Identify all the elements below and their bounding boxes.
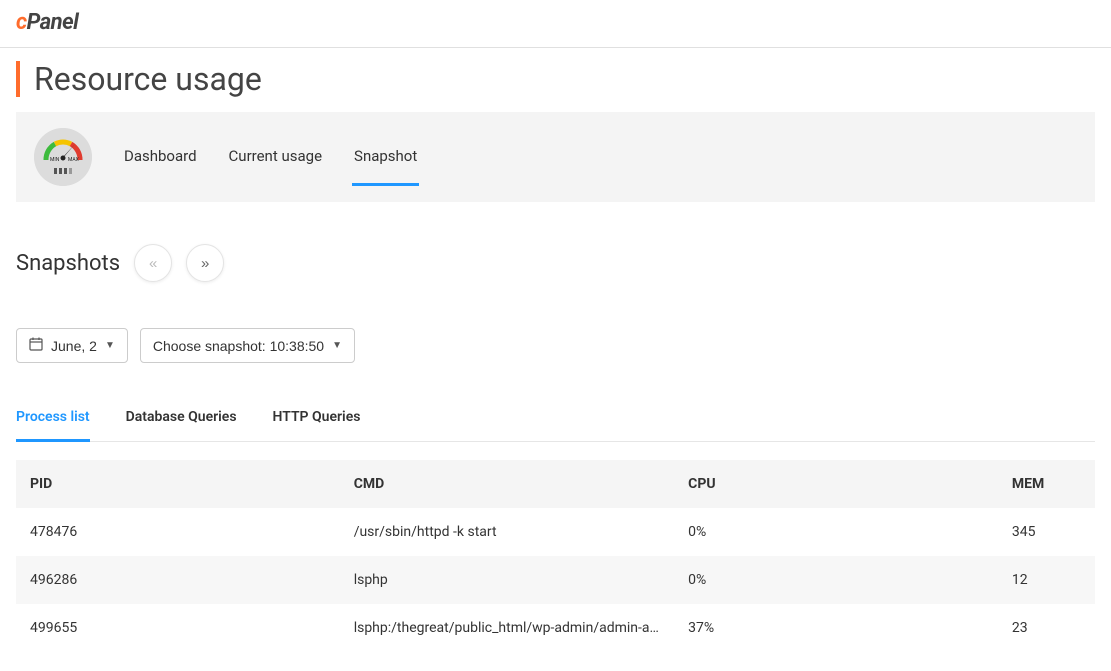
caret-down-icon: ▼ bbox=[332, 340, 342, 351]
logo-c: c bbox=[16, 10, 27, 35]
prev-snapshot-button[interactable]: « bbox=[134, 244, 172, 282]
snapshots-title: Snapshots bbox=[16, 251, 120, 276]
table-row: 496286 lsphp 0% 12 bbox=[16, 556, 1095, 604]
cell-cmd: lsphp:/thegreat/public_html/wp-admin/adm… bbox=[340, 604, 674, 652]
page-content: Resource usage MIN MAX Dashboard Current… bbox=[0, 48, 1111, 668]
cell-pid: 496286 bbox=[16, 556, 340, 604]
sub-tab-process-list[interactable]: Process list bbox=[16, 397, 90, 442]
snapshot-picker-label: Choose snapshot: 10:38:50 bbox=[153, 338, 324, 354]
page-title: Resource usage bbox=[34, 60, 262, 98]
cell-mem: 12 bbox=[998, 556, 1095, 604]
svg-text:MAX: MAX bbox=[68, 157, 79, 163]
cell-mem: 23 bbox=[998, 604, 1095, 652]
sub-tab-database-queries[interactable]: Database Queries bbox=[126, 397, 237, 442]
table-header-row: PID CMD CPU MEM bbox=[16, 460, 1095, 508]
logo-panel: Panel bbox=[27, 10, 79, 35]
gauge-icon: MIN MAX bbox=[34, 128, 92, 186]
table-row: 478476 /usr/sbin/httpd -k start 0% 345 bbox=[16, 508, 1095, 556]
cell-pid: 499655 bbox=[16, 604, 340, 652]
cpanel-logo: cPanel bbox=[16, 10, 78, 35]
top-bar: cPanel bbox=[0, 0, 1111, 48]
cell-pid: 478476 bbox=[16, 508, 340, 556]
caret-down-icon: ▼ bbox=[105, 340, 115, 351]
nav-tab-current-usage[interactable]: Current usage bbox=[227, 128, 324, 186]
th-mem[interactable]: MEM bbox=[998, 460, 1095, 508]
svg-text:MIN: MIN bbox=[50, 157, 60, 163]
th-cmd[interactable]: CMD bbox=[340, 460, 674, 508]
sub-tab-http-queries[interactable]: HTTP Queries bbox=[273, 397, 361, 442]
table-row: 499655 lsphp:/thegreat/public_html/wp-ad… bbox=[16, 604, 1095, 652]
nav-tab-snapshot[interactable]: Snapshot bbox=[352, 128, 419, 186]
nav-card: MIN MAX Dashboard Current usage Snapshot bbox=[16, 112, 1095, 202]
controls-row: June, 2 ▼ Choose snapshot: 10:38:50 ▼ bbox=[16, 328, 1095, 363]
process-table-wrap: PID CMD CPU MEM 478476 /usr/sbin/httpd -… bbox=[16, 460, 1095, 652]
cell-mem: 345 bbox=[998, 508, 1095, 556]
calendar-icon bbox=[29, 337, 43, 354]
th-pid[interactable]: PID bbox=[16, 460, 340, 508]
cell-cpu: 0% bbox=[674, 508, 998, 556]
snapshots-header-row: Snapshots « » bbox=[16, 244, 1095, 282]
sub-tabs: Process list Database Queries HTTP Queri… bbox=[16, 397, 1095, 442]
cell-cpu: 0% bbox=[674, 556, 998, 604]
snapshot-picker-button[interactable]: Choose snapshot: 10:38:50 ▼ bbox=[140, 328, 355, 363]
date-picker-label: June, 2 bbox=[51, 338, 97, 354]
title-accent-bar bbox=[16, 61, 20, 97]
date-picker-button[interactable]: June, 2 ▼ bbox=[16, 328, 128, 363]
nav-tab-dashboard[interactable]: Dashboard bbox=[122, 128, 199, 186]
chevron-right-double-icon: » bbox=[201, 255, 209, 272]
cell-cpu: 37% bbox=[674, 604, 998, 652]
nav-tabs: Dashboard Current usage Snapshot bbox=[122, 128, 419, 186]
cell-cmd: /usr/sbin/httpd -k start bbox=[340, 508, 674, 556]
process-table: PID CMD CPU MEM 478476 /usr/sbin/httpd -… bbox=[16, 460, 1095, 652]
next-snapshot-button[interactable]: » bbox=[186, 244, 224, 282]
page-title-row: Resource usage bbox=[16, 60, 1095, 98]
th-cpu[interactable]: CPU bbox=[674, 460, 998, 508]
cell-cmd: lsphp bbox=[340, 556, 674, 604]
chevron-left-double-icon: « bbox=[149, 255, 157, 272]
